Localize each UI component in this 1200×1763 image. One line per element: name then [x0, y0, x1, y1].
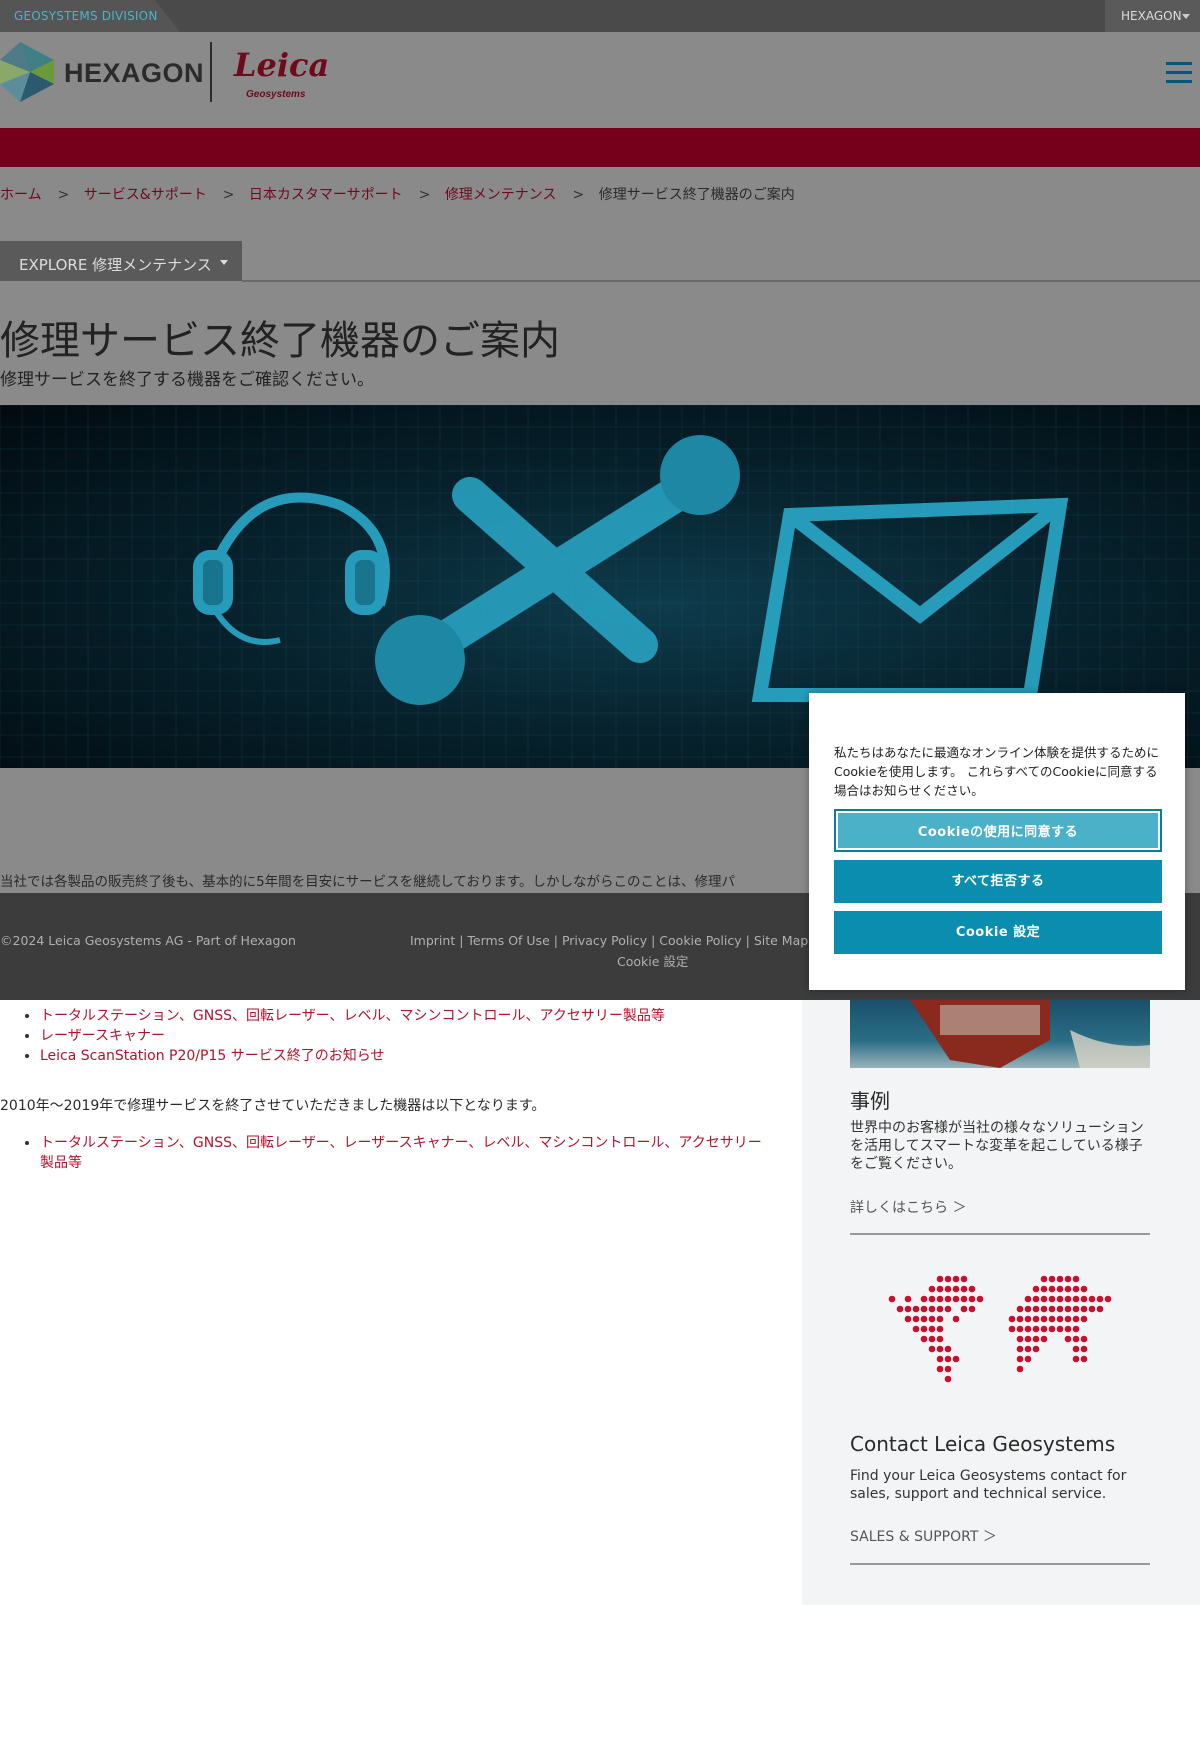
- footer-link-terms[interactable]: Terms Of Use: [455, 933, 550, 948]
- past-service-note: 2010年～2019年で修理サービスを終了させていただきました機器は以下となりま…: [0, 1098, 546, 1114]
- explore-dropdown[interactable]: EXPLORE 修理メンテナンス: [0, 241, 242, 281]
- cases-link[interactable]: 詳しくはこちら ＞: [850, 1197, 966, 1217]
- case-study-image[interactable]: [850, 1000, 1150, 1068]
- list-item[interactable]: レーザースキャナー: [40, 1028, 665, 1045]
- cases-text: 世界中のお客様が当社の様々なソリューションを活用してスマートな変革を起こしている…: [850, 1120, 1144, 1172]
- breadcrumb-current: 修理サービス終了機器のご案内: [598, 187, 795, 203]
- past-service-list: トータルステーション、GNSS、回転レーザー、レーザースキャナー、レベル、マシン…: [40, 1133, 770, 1173]
- chevron-down-icon: [220, 260, 228, 265]
- footer-link-imprint[interactable]: Imprint: [410, 933, 455, 948]
- hexagon-dropdown-label: HEXAGON: [1121, 9, 1182, 23]
- contact-divider: [850, 1563, 1150, 1565]
- hexagon-logo-icon[interactable]: [0, 42, 54, 102]
- leica-logo-sub: Geosystems: [246, 89, 306, 100]
- list-item[interactable]: トータルステーション、GNSS、回転レーザー、レーザースキャナー、レベル、マシン…: [40, 1133, 770, 1173]
- footer-link-cookie-policy[interactable]: Cookie Policy: [647, 933, 742, 948]
- reject-cookies-button[interactable]: すべて拒否する: [834, 860, 1162, 903]
- copyright: ©2024 Leica Geosystems AG - Part of Hexa…: [0, 933, 296, 948]
- service-end-list: トータルステーション、GNSS、回転レーザー、レベル、マシンコントロール、アクセ…: [40, 1008, 665, 1068]
- footer-link-privacy[interactable]: Privacy Policy: [550, 933, 647, 948]
- footer-cookie-settings[interactable]: Cookie 設定: [617, 951, 688, 970]
- list-item[interactable]: Leica ScanStation P20/P15 サービス終了のお知らせ: [40, 1048, 665, 1065]
- chevron-down-icon: [1182, 14, 1190, 19]
- breadcrumb: ホーム > サービス&サポート > 日本カスタマーサポート > 修理メンテナンス > 修…: [0, 187, 795, 203]
- footer-links: ImprintTerms Of UsePrivacy PolicyCookie …: [410, 933, 835, 948]
- contact-link[interactable]: SALES & SUPPORT ＞: [850, 1526, 997, 1546]
- list-item[interactable]: トータルステーション、GNSS、回転レーザー、レベル、マシンコントロール、アクセ…: [40, 1008, 665, 1025]
- cookie-text: 私たちはあなたに最適なオンライン体験を提供するためにCookieを使用します。 …: [834, 745, 1160, 798]
- logo-divider: [210, 42, 212, 102]
- breadcrumb-japan-support[interactable]: 日本カスタマーサポート: [249, 187, 403, 203]
- leica-logo[interactable]: Leica: [234, 46, 329, 84]
- page-title: 修理サービス終了機器のご案内: [0, 318, 560, 364]
- explore-divider: [242, 280, 1200, 282]
- top-bar: GEOSYSTEMS DIVISION HEXAGON: [0, 0, 1200, 32]
- division-tab[interactable]: GEOSYSTEMS DIVISION: [0, 0, 180, 32]
- contact-text: Find your Leica Geosystems contact for s…: [850, 1468, 1127, 1502]
- intro-text: 当社では各製品の販売終了後も、基本的に5年間を目安にサービスを継続しております。…: [0, 874, 736, 890]
- explore-label: EXPLORE 修理メンテナンス: [19, 256, 212, 274]
- hexagon-dropdown[interactable]: HEXAGON: [1105, 0, 1200, 32]
- nav-band: [0, 128, 1200, 167]
- hexagon-logo[interactable]: HEXAGON: [64, 58, 204, 89]
- breadcrumb-home[interactable]: ホーム: [0, 187, 42, 203]
- cookie-banner: 私たちはあなたに最適なオンライン体験を提供するためにCookieを使用します。 …: [809, 693, 1185, 990]
- cookie-settings-button[interactable]: Cookie 設定: [834, 911, 1162, 954]
- page-subtitle: 修理サービスを終了する機器をご確認ください。: [0, 370, 374, 390]
- accept-cookies-button[interactable]: Cookieの使用に同意する: [834, 809, 1162, 852]
- cases-title: 事例: [850, 1089, 890, 1113]
- footer-link-sitemap[interactable]: Site Map: [742, 933, 809, 948]
- world-map-icon: [888, 1275, 1112, 1383]
- cases-divider: [850, 1233, 1150, 1235]
- contact-title: Contact Leica Geosystems: [850, 1432, 1116, 1456]
- breadcrumb-repair[interactable]: 修理メンテナンス: [445, 187, 557, 203]
- hamburger-menu-icon[interactable]: [1166, 62, 1192, 84]
- division-label: GEOSYSTEMS DIVISION: [14, 9, 158, 23]
- breadcrumb-service[interactable]: サービス&サポート: [84, 187, 207, 203]
